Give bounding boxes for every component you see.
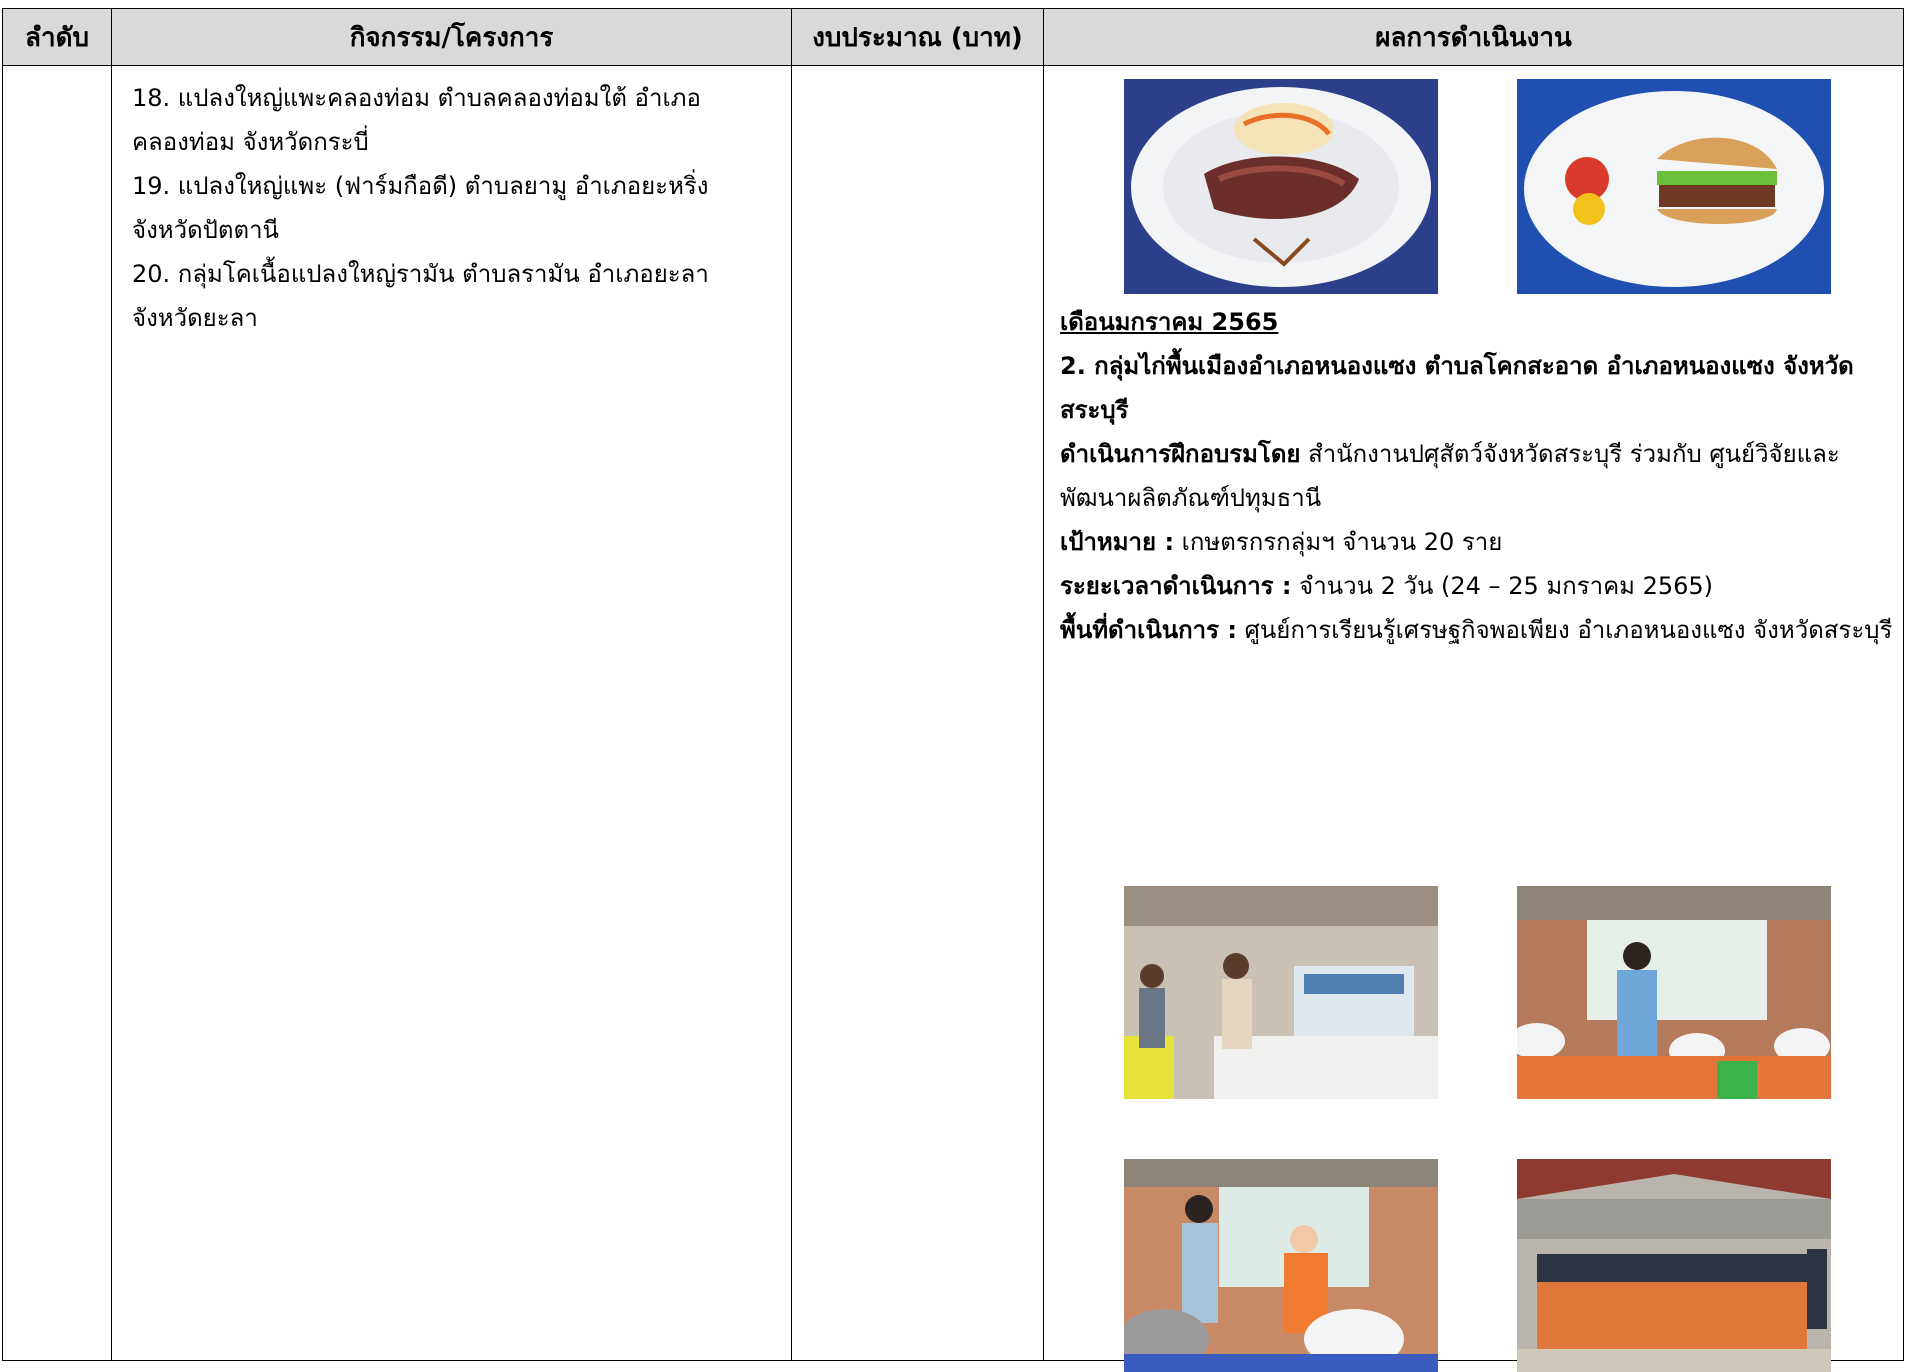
header-budget: งบประมาณ (บาท): [791, 8, 1044, 66]
training-label: ดำเนินการฝึกอบรมโดย: [1060, 440, 1301, 468]
period-line: ระยะเวลาดำเนินการ : จำนวน 2 วัน (24 – 25…: [1060, 564, 1893, 608]
target-value: เกษตรกรกลุ่มฯ จำนวน 20 ราย: [1174, 528, 1503, 556]
month-heading: เดือนมกราคม 2565: [1060, 308, 1279, 336]
activity-cell: 18. แปลงใหญ่แพะคลองท่อม ตำบลคลองท่อมใต้ …: [111, 65, 792, 1361]
activity-item: 20. กลุ่มโคเนื้อแปลงใหญ่รามัน ตำบลรามัน …: [132, 260, 709, 332]
training-photo-group: [1517, 1159, 1831, 1372]
area-value: ศูนย์การเรียนรู้เศรษฐกิจพอเพียง อำเภอหนอ…: [1236, 616, 1893, 644]
area-line: พื้นที่ดำเนินการ : ศูนย์การเรียนรู้เศรษฐ…: [1060, 608, 1893, 652]
training-photo-3: [1124, 1159, 1438, 1372]
table-row: 18. แปลงใหญ่แพะคลองท่อม ตำบลคลองท่อมใต้ …: [2, 65, 1904, 1372]
header-order: ลำดับ: [2, 8, 112, 66]
budget-cell: [791, 65, 1044, 1361]
target-label: เป้าหมาย :: [1060, 528, 1175, 556]
header-results: ผลการดำเนินงาน: [1043, 8, 1904, 66]
area-label: พื้นที่ดำเนินการ :: [1060, 616, 1237, 644]
training-line: ดำเนินการฝึกอบรมโดย สำนักงานปศุสัตว์จังห…: [1060, 432, 1893, 520]
training-photo-1: [1124, 886, 1438, 1099]
activity-item: 18. แปลงใหญ่แพะคลองท่อม ตำบลคลองท่อมใต้ …: [132, 84, 701, 156]
report-table: ลำดับ กิจกรรม/โครงการ งบประมาณ (บาท) ผลก…: [2, 8, 1904, 1372]
results-cell: เดือนมกราคม 2565 2. กลุ่มไก่พื้นเมืองอำเ…: [1043, 65, 1904, 1372]
food-photo-steak: [1124, 79, 1438, 294]
header-activity: กิจกรรม/โครงการ: [111, 8, 792, 66]
results-text: เดือนมกราคม 2565 2. กลุ่มไก่พื้นเมืองอำเ…: [1060, 300, 1893, 652]
order-cell: [2, 65, 112, 1361]
training-photo-2: [1517, 886, 1831, 1099]
header-row: ลำดับ กิจกรรม/โครงการ งบประมาณ (บาท) ผลก…: [2, 8, 1904, 66]
target-line: เป้าหมาย : เกษตรกรกลุ่มฯ จำนวน 20 ราย: [1060, 520, 1893, 564]
food-photo-burger: [1517, 79, 1831, 294]
period-label: ระยะเวลาดำเนินการ :: [1060, 572, 1292, 600]
period-value: จำนวน 2 วัน (24 – 25 มกราคม 2565): [1291, 572, 1714, 600]
group-title: 2. กลุ่มไก่พื้นเมืองอำเภอหนองแซง ตำบลโคก…: [1060, 352, 1854, 424]
activity-item: 19. แปลงใหญ่แพะ (ฟาร์มกือดี) ตำบลยามู อำ…: [132, 172, 709, 244]
